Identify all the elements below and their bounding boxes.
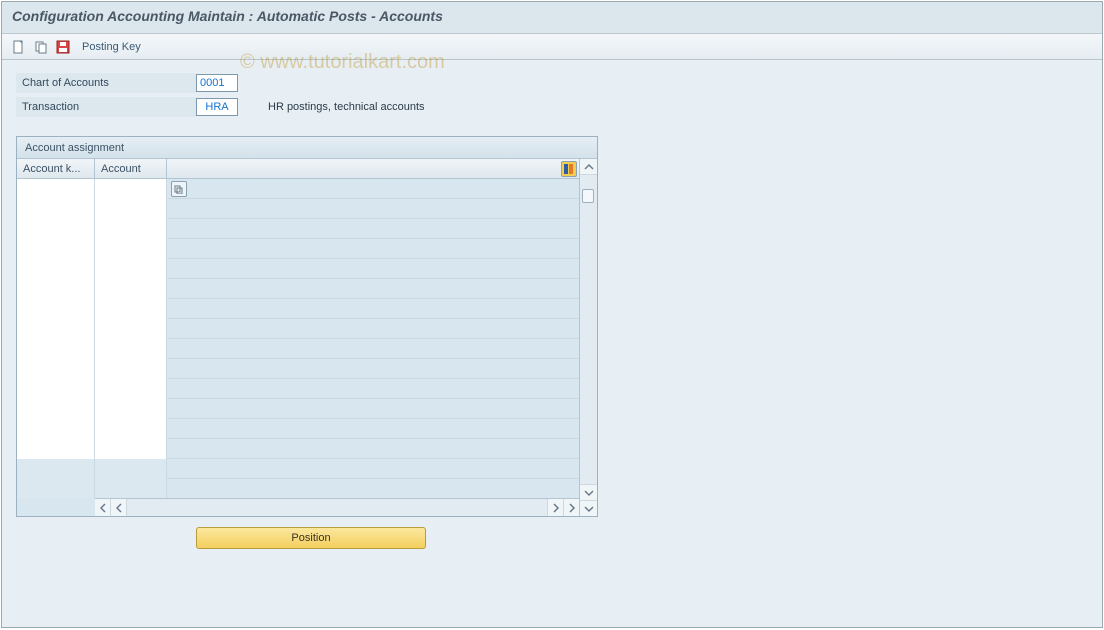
transaction-row: Transaction HR postings, technical accou…	[16, 96, 1088, 118]
transaction-input[interactable]	[196, 98, 238, 116]
vscroll-thumb[interactable]	[582, 189, 594, 203]
table-row[interactable]	[17, 199, 579, 219]
scroll-down-icon[interactable]	[580, 484, 597, 500]
new-document-icon[interactable]	[10, 38, 28, 56]
account-assignment-panel: Account assignment Account k... Account	[16, 136, 598, 517]
table-row[interactable]	[17, 379, 579, 399]
horizontal-scrollbar[interactable]	[95, 498, 579, 516]
table-header: Account k... Account	[17, 159, 579, 179]
transaction-label: Transaction	[16, 97, 196, 117]
scroll-down2-icon[interactable]	[580, 500, 597, 516]
table-row[interactable]	[17, 219, 579, 239]
table-row[interactable]	[17, 439, 579, 459]
transaction-description: HR postings, technical accounts	[268, 101, 425, 113]
table-row[interactable]	[17, 259, 579, 279]
chart-of-accounts-row: Chart of Accounts	[16, 72, 1088, 94]
table-row[interactable]	[17, 419, 579, 439]
table-row[interactable]	[17, 399, 579, 419]
value-help-icon[interactable]	[171, 181, 187, 197]
table-row[interactable]	[17, 299, 579, 319]
hscroll-track[interactable]	[127, 499, 547, 516]
toolbar: Posting Key	[2, 34, 1102, 60]
scroll-right-icon[interactable]	[547, 499, 563, 516]
table-row	[17, 479, 579, 498]
vertical-scrollbar[interactable]	[579, 159, 597, 516]
scroll-left-icon[interactable]	[95, 499, 111, 516]
position-button[interactable]: Position	[196, 527, 426, 549]
table-row[interactable]	[17, 279, 579, 299]
save-icon[interactable]	[54, 38, 72, 56]
panel-title: Account assignment	[17, 137, 597, 159]
scroll-left2-icon[interactable]	[111, 499, 127, 516]
scroll-right2-icon[interactable]	[563, 499, 579, 516]
posting-key-button[interactable]: Posting Key	[82, 41, 141, 53]
column-account[interactable]: Account	[95, 159, 167, 179]
table-config-icon[interactable]	[561, 161, 577, 177]
position-row: Position	[16, 517, 1088, 561]
table-row[interactable]	[17, 179, 579, 199]
page-title: Configuration Accounting Maintain : Auto…	[12, 8, 1092, 24]
table-row[interactable]	[17, 319, 579, 339]
content-area: Chart of Accounts Transaction HR posting…	[2, 60, 1102, 627]
table-row[interactable]	[17, 339, 579, 359]
table-row	[17, 459, 579, 479]
scroll-up-icon[interactable]	[580, 159, 597, 175]
table-row[interactable]	[17, 239, 579, 259]
copy-icon[interactable]	[32, 38, 50, 56]
table-row[interactable]	[17, 359, 579, 379]
chart-of-accounts-input[interactable]	[196, 74, 238, 92]
main-window: Configuration Accounting Maintain : Auto…	[1, 1, 1103, 628]
account-table: Account k... Account	[17, 159, 579, 516]
title-bar: Configuration Accounting Maintain : Auto…	[2, 2, 1102, 34]
chart-of-accounts-label: Chart of Accounts	[16, 73, 196, 93]
column-account-key[interactable]: Account k...	[17, 159, 95, 179]
